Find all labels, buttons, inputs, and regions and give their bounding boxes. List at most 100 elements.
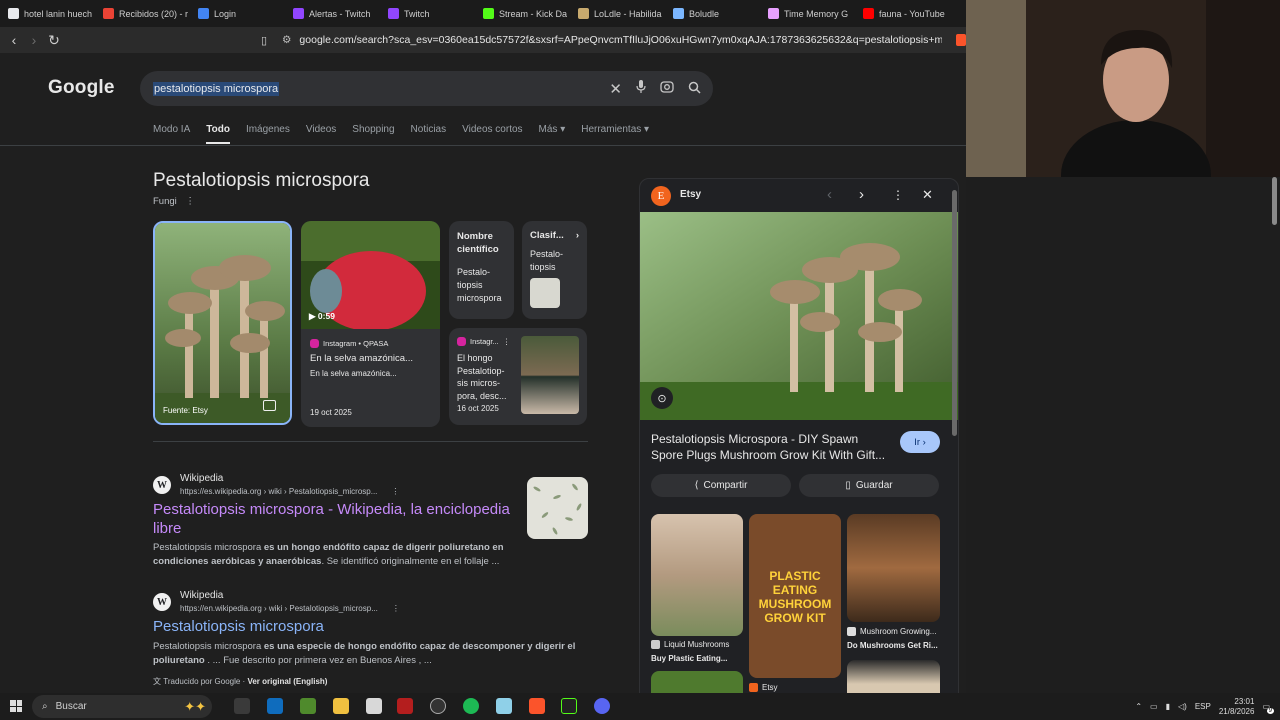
lens-icon[interactable]: ⊙ bbox=[651, 387, 673, 409]
site-info-icon[interactable]: ⚙ bbox=[282, 34, 291, 46]
search-icon[interactable] bbox=[688, 81, 701, 97]
result-1-site: Wikipedia bbox=[180, 473, 224, 484]
search-input[interactable]: pestalotiopsis microspora bbox=[153, 81, 280, 96]
result-2-snippet: Pestalotiopsis microspora es una especie… bbox=[153, 641, 576, 666]
browser-tab[interactable]: hotel lanin huech bbox=[0, 0, 95, 27]
video-title: En la selva amazónica... bbox=[310, 353, 413, 364]
speaker-icon[interactable]: ◁) bbox=[1178, 702, 1187, 711]
search-tab[interactable]: Noticias bbox=[411, 124, 447, 144]
related-image-2[interactable]: PLASTIC EATING MUSHROOM GROW KIT bbox=[749, 514, 841, 678]
minecraft-icon[interactable] bbox=[300, 698, 316, 714]
taskbar-search[interactable]: ⌕ Buscar ✦✦ bbox=[32, 695, 212, 718]
classif-value: Pestalo-tiopsis bbox=[530, 249, 564, 272]
search-tab[interactable]: Todo bbox=[206, 124, 230, 144]
scientific-name-card[interactable]: Nombre científico Pestalo-tiopsis micros… bbox=[449, 221, 514, 319]
related-image-3[interactable] bbox=[847, 514, 940, 622]
notepad-icon[interactable] bbox=[496, 698, 512, 714]
instagram-post-card[interactable]: Instagr... ⋮ El hongo Pestalotiop-sis mi… bbox=[449, 328, 587, 425]
result-1-title[interactable]: Pestalotiopsis microspora - Wikipedia, l… bbox=[153, 500, 523, 538]
spotify-icon[interactable] bbox=[463, 698, 479, 714]
related-2-overlay-text: PLASTIC EATING MUSHROOM GROW KIT bbox=[758, 569, 832, 625]
go-button[interactable]: Ir › bbox=[900, 431, 940, 453]
classification-card[interactable]: Clasif... › Pestalo-tiopsis bbox=[522, 221, 587, 319]
discord-icon[interactable] bbox=[594, 698, 610, 714]
more-options-icon[interactable]: ⋮ bbox=[185, 196, 195, 207]
notification-icon[interactable]: ▭ 9 bbox=[1262, 702, 1274, 714]
browser-tab[interactable]: LoLdle - Habilida bbox=[570, 0, 665, 27]
lang-indicator[interactable]: ESP bbox=[1195, 702, 1211, 711]
back-icon[interactable]: ‹ bbox=[4, 30, 24, 50]
more-options-icon[interactable]: ⋮ bbox=[503, 337, 511, 346]
more-options-icon[interactable]: ⋮ bbox=[391, 487, 399, 496]
tab-label: fauna - YouTube bbox=[879, 8, 945, 19]
result-1-thumbnail[interactable] bbox=[527, 477, 588, 539]
result-2-title[interactable]: Pestalotiopsis microspora bbox=[153, 617, 324, 636]
panel-source[interactable]: Etsy bbox=[680, 189, 701, 200]
tab-favicon-icon bbox=[768, 8, 779, 19]
classif-label: Clasif... bbox=[530, 230, 564, 241]
browser-tab[interactable]: Stream - Kick Da bbox=[475, 0, 570, 27]
next-icon[interactable]: › bbox=[859, 186, 864, 203]
clock-time: 23:01 bbox=[1234, 696, 1255, 706]
more-options-icon[interactable]: ⋮ bbox=[392, 604, 400, 613]
network-icon[interactable]: ▭ bbox=[1150, 702, 1158, 711]
clear-icon[interactable]: ✕ bbox=[609, 80, 622, 98]
page-scrollbar[interactable] bbox=[1272, 177, 1277, 225]
chevron-right-icon[interactable]: › bbox=[576, 230, 579, 241]
search-tab[interactable]: Modo IA bbox=[153, 124, 190, 144]
kick-icon[interactable] bbox=[561, 698, 577, 714]
browser-tab[interactable]: fauna - YouTube bbox=[855, 0, 950, 27]
url-field[interactable]: ⚙ google.com/search?sca_esv=0360ea15dc57… bbox=[282, 27, 942, 53]
clock[interactable]: 23:01 21/8/2026 bbox=[1219, 697, 1255, 717]
browser-tab[interactable]: Twitch bbox=[380, 0, 475, 27]
related-1-title[interactable]: Buy Plastic Eating... bbox=[651, 654, 727, 663]
lens-icon[interactable] bbox=[660, 80, 674, 97]
forward-icon[interactable]: › bbox=[24, 30, 44, 50]
related-image-1[interactable] bbox=[651, 514, 743, 636]
save-button[interactable]: ▯ Guardar bbox=[799, 474, 939, 497]
brave-shield-icon[interactable] bbox=[956, 34, 966, 46]
browser-tab[interactable]: Alertas - Twitch bbox=[285, 0, 380, 27]
microphone-icon[interactable]: ▮ bbox=[1166, 702, 1170, 711]
entity-title: Pestalotiopsis microspora bbox=[153, 170, 370, 191]
related-3-title[interactable]: Do Mushrooms Get Ri... bbox=[847, 641, 938, 650]
microphone-icon[interactable] bbox=[636, 80, 646, 97]
address-bar: ‹ › ↻ ▯ ⚙ google.com/search?sca_esv=0360… bbox=[0, 27, 966, 53]
image-source-caption: Fuente: Etsy bbox=[163, 406, 208, 415]
search-tab[interactable]: Imágenes bbox=[246, 124, 290, 144]
prev-icon[interactable]: ‹ bbox=[827, 186, 832, 203]
browser-tab[interactable]: Recibidos (20) - r bbox=[95, 0, 190, 27]
more-options-icon[interactable]: ⋮ bbox=[892, 188, 904, 202]
search-box[interactable]: pestalotiopsis microspora ✕ bbox=[140, 71, 713, 106]
panel-main-image[interactable]: ⊙ bbox=[640, 212, 958, 420]
search-tab[interactable]: Videos bbox=[306, 124, 336, 144]
task-view-icon[interactable] bbox=[234, 698, 250, 714]
chevron-up-icon[interactable]: ⌃ bbox=[1135, 702, 1142, 711]
search-tab[interactable]: Herramientas ▾ bbox=[581, 124, 649, 144]
browser-tab[interactable]: Time Memory G bbox=[760, 0, 855, 27]
panel-scrollbar[interactable] bbox=[952, 190, 957, 436]
share-button[interactable]: ⟨ Compartir bbox=[651, 474, 791, 497]
search-tab[interactable]: Shopping bbox=[352, 124, 394, 144]
brave-icon[interactable] bbox=[529, 698, 545, 714]
bookmark-icon[interactable]: ▯ bbox=[254, 30, 274, 50]
browser-tab[interactable]: Boludle bbox=[665, 0, 760, 27]
app-icon[interactable] bbox=[366, 698, 382, 714]
close-icon[interactable]: ✕ bbox=[922, 187, 933, 203]
outlook-icon[interactable] bbox=[267, 698, 283, 714]
search-tab[interactable]: Más ▾ bbox=[539, 124, 566, 144]
browser-tab[interactable]: Login bbox=[190, 0, 285, 27]
reload-icon[interactable]: ↻ bbox=[44, 30, 64, 50]
search-tab[interactable]: Videos cortos bbox=[462, 124, 522, 144]
image-icon[interactable] bbox=[263, 400, 276, 411]
video-card[interactable]: ▶ 0:59 Instagram • QPASA En la selva ama… bbox=[301, 221, 440, 427]
tab-label: hotel lanin huech bbox=[24, 8, 93, 19]
windows-start-icon[interactable] bbox=[10, 700, 22, 712]
view-original-link[interactable]: Ver original (English) bbox=[247, 677, 327, 686]
google-logo[interactable]: Google bbox=[48, 77, 115, 99]
panel-title[interactable]: Pestalotiopsis Microspora - DIY Spawn Sp… bbox=[651, 431, 891, 463]
obs-icon[interactable] bbox=[430, 698, 446, 714]
main-image-card[interactable]: Fuente: Etsy bbox=[153, 221, 292, 425]
file-explorer-icon[interactable] bbox=[333, 698, 349, 714]
voicemeeter-icon[interactable] bbox=[397, 698, 413, 714]
